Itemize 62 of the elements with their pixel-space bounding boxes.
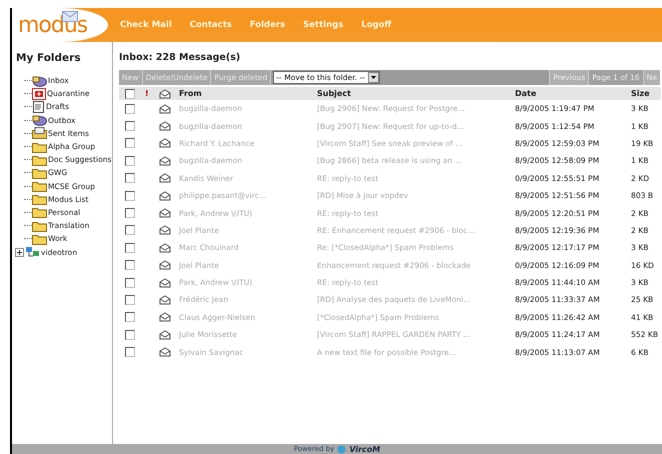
sent-folder-icon bbox=[32, 127, 47, 140]
nav-link[interactable]: Settings bbox=[303, 20, 344, 30]
envelope-icon bbox=[159, 138, 171, 148]
envelope-icon bbox=[159, 104, 171, 114]
nav-link[interactable]: Check Mail bbox=[120, 20, 172, 30]
folder-icon bbox=[32, 193, 47, 206]
envelope-icon bbox=[159, 312, 171, 322]
envelope-icon bbox=[159, 208, 171, 218]
priority-header: ! bbox=[145, 89, 149, 98]
globe-icon bbox=[337, 444, 346, 454]
document-icon bbox=[32, 100, 45, 113]
outbox-icon bbox=[32, 114, 47, 126]
inbox-icon bbox=[32, 74, 47, 87]
folder-icon bbox=[32, 180, 47, 192]
checkbox[interactable] bbox=[125, 173, 135, 184]
envelope-icon bbox=[159, 156, 171, 166]
checkbox[interactable] bbox=[125, 347, 135, 358]
logo: modus bbox=[12, 8, 108, 42]
envelope-icon bbox=[159, 173, 171, 184]
checkbox[interactable] bbox=[125, 88, 135, 98]
checkbox[interactable] bbox=[125, 242, 135, 253]
expand-toggle[interactable] bbox=[15, 248, 24, 257]
folder-icon bbox=[32, 220, 47, 232]
checkbox[interactable] bbox=[125, 278, 135, 288]
envelope-icon bbox=[159, 260, 171, 270]
checkbox[interactable] bbox=[125, 294, 135, 305]
network-icon bbox=[25, 246, 40, 258]
checkbox[interactable] bbox=[125, 260, 135, 270]
envelope-icon bbox=[159, 190, 171, 201]
envelope-icon bbox=[159, 242, 171, 253]
nav-link[interactable]: Folders bbox=[250, 20, 286, 30]
envelope-icon bbox=[159, 347, 171, 358]
caret-icon bbox=[370, 76, 376, 79]
folder-icon bbox=[32, 166, 47, 179]
brand-logo: VircoM bbox=[349, 444, 380, 454]
checkbox[interactable] bbox=[125, 104, 135, 114]
checkbox[interactable] bbox=[125, 121, 135, 132]
envelope-icon bbox=[159, 88, 171, 98]
quarantine-icon bbox=[32, 88, 46, 100]
checkbox[interactable] bbox=[125, 208, 135, 218]
nav-link[interactable]: Logoff bbox=[361, 20, 392, 30]
checkbox[interactable] bbox=[125, 156, 135, 166]
checkbox[interactable] bbox=[125, 190, 135, 201]
column-header[interactable]: Subject bbox=[317, 89, 351, 98]
folder-icon bbox=[32, 232, 47, 245]
checkbox[interactable] bbox=[125, 138, 135, 148]
column-header[interactable]: Date bbox=[515, 89, 536, 98]
folder-icon bbox=[32, 154, 47, 166]
envelope-icon bbox=[159, 225, 171, 236]
folder-icon bbox=[32, 140, 47, 153]
folder-icon bbox=[32, 206, 47, 218]
checkbox[interactable] bbox=[125, 330, 135, 340]
envelope-icon bbox=[159, 278, 171, 288]
envelope-icon bbox=[159, 330, 171, 340]
nav-link[interactable]: Contacts bbox=[190, 20, 232, 30]
sidebar-title: My Folders bbox=[16, 52, 82, 64]
checkbox[interactable] bbox=[125, 225, 135, 236]
envelope-icon bbox=[159, 121, 171, 132]
mailbox-title: Inbox: 228 Message(s) bbox=[119, 52, 242, 63]
column-header[interactable]: From bbox=[179, 89, 202, 98]
checkbox[interactable] bbox=[125, 312, 135, 322]
envelope-icon bbox=[159, 294, 171, 305]
